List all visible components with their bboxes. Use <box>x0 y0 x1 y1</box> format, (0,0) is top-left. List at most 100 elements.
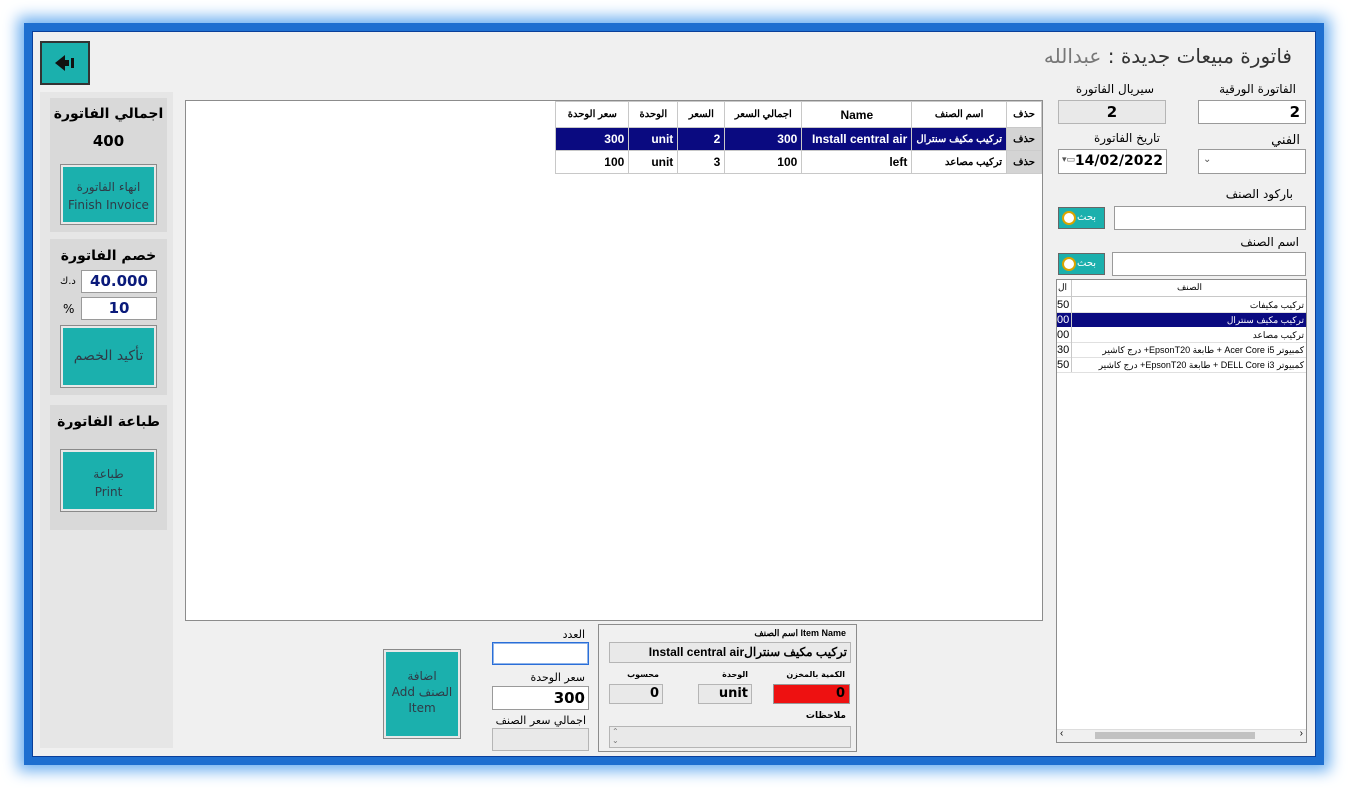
confirm-discount-button[interactable]: تأكيد الخصم <box>60 325 157 388</box>
print-button[interactable]: طباعة Print <box>60 449 157 512</box>
print-label-ar: طباعة <box>93 467 124 481</box>
finish-invoice-label-en: Finish Invoice <box>68 198 149 212</box>
list-item-name: تركيب مكيف سنترال <box>1226 315 1304 325</box>
cell-name-en: Install central air <box>801 127 913 151</box>
cell-unit: unit <box>628 150 679 174</box>
horizontal-scrollbar[interactable]: ‹ › <box>1057 728 1306 742</box>
detail-unit-field: unit <box>698 684 752 704</box>
qty-input[interactable] <box>492 642 589 665</box>
list-item-price: 00 <box>1057 314 1070 326</box>
col-item-name: الصنف <box>1176 282 1203 292</box>
cell-qty: 3 <box>677 150 726 174</box>
item-name-detail-label: اسم الصنف Item Name <box>754 628 846 638</box>
delete-row-button[interactable]: حذف <box>1006 150 1042 174</box>
print-title: طباعة الفاتورة <box>57 414 160 430</box>
date-value: 14/02/2022 <box>1074 153 1163 169</box>
add-item-label-ar2: الصنف <box>418 685 453 699</box>
barcode-search-button[interactable]: بحث <box>1058 207 1105 229</box>
cell-qty: 2 <box>677 127 726 151</box>
calendar-dropdown-icon[interactable]: ▾▭ <box>1062 155 1075 165</box>
back-arrow-icon <box>55 55 74 71</box>
paper-invoice-input[interactable]: 2 <box>1198 100 1306 124</box>
finish-invoice-label-ar: انهاء الفاتورة <box>76 180 141 194</box>
cell-name-ar: تركيب مصاعد <box>911 150 1007 174</box>
barcode-label: باركود الصنف <box>1225 187 1293 201</box>
title-text: فاتورة مبيعات جديدة : <box>1107 44 1292 68</box>
item-list: ال الصنف 50 تركيب مكيفات 00 تركيب مكيف س… <box>1056 279 1307 743</box>
cell-total: 100 <box>724 150 803 174</box>
list-item-name: كمبيوتر DELL Core i3 + طابعة EpsonT20+ د… <box>1098 360 1304 370</box>
list-col-divider <box>1071 280 1072 372</box>
delete-row-button[interactable]: حذف <box>1006 127 1042 151</box>
list-item-name: كمبيوتر Acer Core i5 + طابعة EpsonT20+ د… <box>1102 345 1304 355</box>
cell-total: 300 <box>724 127 803 151</box>
col-total: اجمالي السعر <box>724 101 803 128</box>
add-item-label-en: Add <box>391 685 415 699</box>
calc-label: محسوب <box>627 670 659 679</box>
detail-unit-label: الوحدة <box>722 670 748 679</box>
item-total-label: اجمالي سعر الصنف <box>495 714 586 727</box>
unit-price-input[interactable]: 300 <box>492 686 589 710</box>
barcode-input[interactable] <box>1114 206 1306 230</box>
back-button[interactable] <box>40 41 90 85</box>
cell-unit: unit <box>628 127 679 151</box>
chevron-down-icon: ⌄ <box>1203 154 1212 165</box>
item-name-label: اسم الصنف <box>1240 235 1299 249</box>
serial-label: سيريال الفاتورة <box>1075 82 1154 96</box>
calc-field: 0 <box>609 684 663 704</box>
list-item-price: 50 <box>1057 299 1070 311</box>
technician-label: الفني <box>1271 133 1300 148</box>
discount-percent-input[interactable]: 10 <box>81 297 157 320</box>
list-item-name: تركيب مكيفات <box>1249 300 1304 310</box>
add-item-button[interactable]: اضافة Add الصنف Item <box>383 649 461 739</box>
search-button-label: بحث <box>1077 212 1097 223</box>
notes-field[interactable] <box>609 726 851 748</box>
qty-label: العدد <box>562 628 585 641</box>
table-row[interactable]: 300 unit 2 300 Install central air تركيب… <box>555 127 1042 151</box>
scroll-thumb[interactable] <box>1095 732 1255 739</box>
list-item[interactable]: 00 تركيب مصاعد <box>1057 328 1306 343</box>
discount-amount-input[interactable]: 40.000 <box>81 270 157 293</box>
discount-title: خصم الفاتورة <box>60 248 157 264</box>
paper-invoice-label: الفاتورة الورقية <box>1219 82 1296 96</box>
item-total-field <box>492 728 589 751</box>
scroll-right-icon[interactable]: › <box>1300 728 1303 739</box>
stock-field: 0 <box>773 684 850 704</box>
notes-scroll-icon[interactable]: ⌃ ⌄ <box>612 727 619 745</box>
col-unit: الوحدة <box>628 101 679 128</box>
technician-select[interactable]: ⌄ <box>1198 149 1306 174</box>
add-item-label-ar: اضافة <box>407 669 437 683</box>
col-name-ar: اسم الصنف <box>911 101 1007 128</box>
cell-unit-price: 100 <box>555 150 630 174</box>
col-item-price: ال <box>1058 282 1068 292</box>
list-item-price: 50 <box>1057 359 1070 371</box>
col-qty: السعر <box>677 101 726 128</box>
item-name-detail-field: تركيب مكيف سنترالInstall central air <box>609 642 851 663</box>
date-label: تاريخ الفاتورة <box>1093 131 1160 145</box>
col-name-en: Name <box>801 101 913 128</box>
stock-label: الكمية بالمخزن <box>786 670 845 679</box>
list-item[interactable]: 00 تركيب مكيف سنترال <box>1057 313 1306 327</box>
date-picker[interactable]: ▾▭ 14/02/2022 <box>1058 149 1167 174</box>
item-name-input[interactable] <box>1112 252 1306 276</box>
item-search-button[interactable]: بحث <box>1058 253 1105 275</box>
list-item[interactable]: 50 تركيب مكيفات <box>1057 298 1306 313</box>
invoice-grid: سعر الوحدة الوحدة السعر اجمالي السعر Nam… <box>185 100 1043 621</box>
user-name: عبدالله <box>1043 44 1102 68</box>
list-item-name: تركيب مصاعد <box>1252 330 1304 340</box>
table-row[interactable]: 100 unit 3 100 left تركيب مصاعد حذف <box>555 150 1042 174</box>
finish-invoice-button[interactable]: انهاء الفاتورة Finish Invoice <box>60 164 157 225</box>
window-title: فاتورة مبيعات جديدة : عبدالله <box>1040 44 1292 74</box>
search-button-label: بحث <box>1077 258 1097 269</box>
invoice-table: سعر الوحدة الوحدة السعر اجمالي السعر Nam… <box>555 101 1042 174</box>
search-icon <box>1062 257 1076 271</box>
list-item-price: 30 <box>1057 344 1070 356</box>
list-item[interactable]: 30 كمبيوتر Acer Core i5 + طابعة EpsonT20… <box>1057 343 1306 358</box>
list-item-price: 00 <box>1057 329 1070 341</box>
item-list-header: ال الصنف <box>1057 280 1306 297</box>
serial-field: 2 <box>1058 100 1166 124</box>
notes-label: ملاحظات <box>805 711 846 721</box>
cell-name-ar: تركيب مكيف سنترال <box>911 127 1007 151</box>
scroll-left-icon[interactable]: ‹ <box>1060 728 1063 739</box>
list-item[interactable]: 50 كمبيوتر DELL Core i3 + طابعة EpsonT20… <box>1057 358 1306 373</box>
